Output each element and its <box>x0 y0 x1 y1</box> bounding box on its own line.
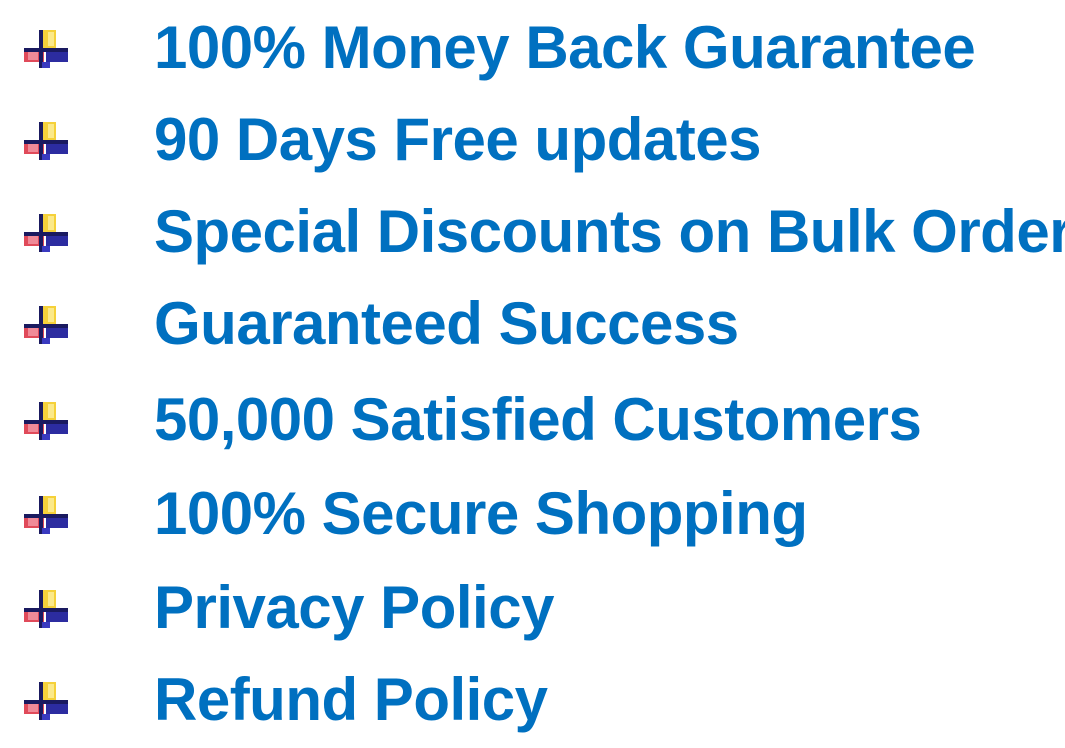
plus-cross-bullet-icon <box>20 122 72 160</box>
list-item-label: 90 Days Free updates <box>154 106 761 173</box>
list-item-label: Privacy Policy <box>154 574 554 641</box>
list-item: Special Discounts on Bulk Orders <box>0 184 1065 280</box>
list-item-label: Refund Policy <box>154 666 548 733</box>
list-item-label: 100% Money Back Guarantee <box>154 14 976 81</box>
plus-cross-bullet-icon <box>20 496 72 534</box>
list-item-label: Special Discounts on Bulk Orders <box>154 198 1065 265</box>
plus-cross-bullet-icon <box>20 682 72 720</box>
list-item: Guaranteed Success <box>0 276 1065 372</box>
list-item: Refund Policy <box>0 652 1065 748</box>
list-item: 100% Secure Shopping <box>0 466 1065 562</box>
plus-cross-bullet-icon <box>20 214 72 252</box>
plus-cross-bullet-icon <box>20 306 72 344</box>
list-item-label: 50,000 Satisfied Customers <box>154 386 922 453</box>
list-item: 90 Days Free updates <box>0 92 1065 188</box>
list-item: Privacy Policy <box>0 560 1065 656</box>
plus-cross-bullet-icon <box>20 402 72 440</box>
plus-cross-bullet-icon <box>20 30 72 68</box>
list-item: 100% Money Back Guarantee <box>0 0 1065 96</box>
list-item-label: 100% Secure Shopping <box>154 480 808 547</box>
list-item: 50,000 Satisfied Customers <box>0 372 1065 468</box>
list-item-label: Guaranteed Success <box>154 290 739 357</box>
plus-cross-bullet-icon <box>20 590 72 628</box>
